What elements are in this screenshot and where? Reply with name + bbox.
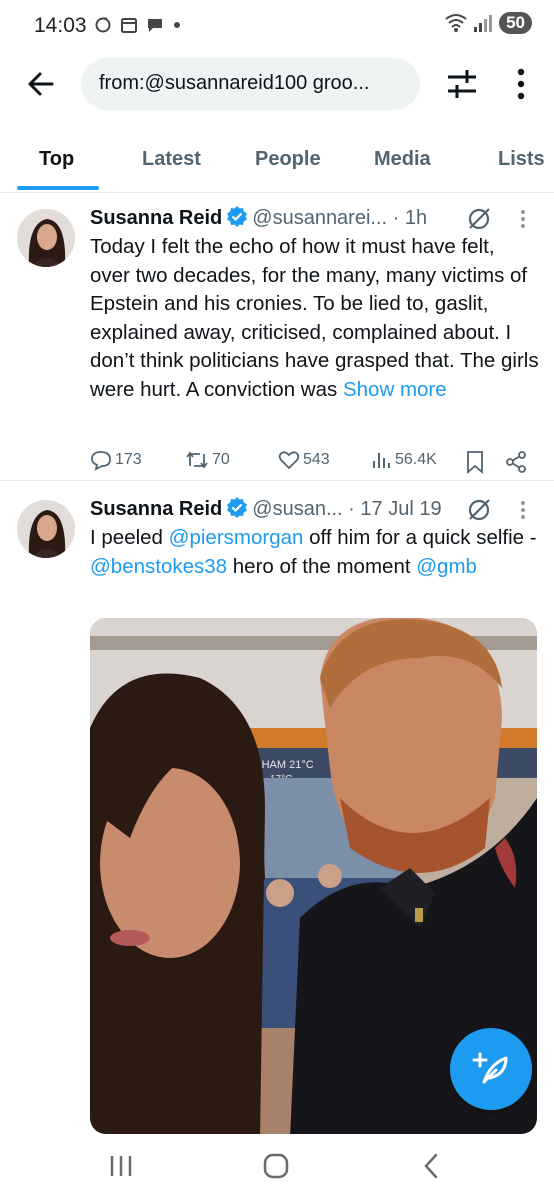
verified-badge-icon	[227, 206, 248, 227]
avatar[interactable]	[17, 209, 75, 267]
battery-indicator: 50	[499, 12, 532, 34]
compose-plus-feather-icon	[472, 1052, 508, 1084]
reply-icon	[91, 451, 111, 471]
recent-apps-icon	[110, 1156, 132, 1176]
heart-icon	[278, 451, 300, 470]
back-button[interactable]	[22, 66, 62, 102]
search-query: from:@susannareid100 groo...	[99, 72, 370, 94]
compose-tweet-button[interactable]	[450, 1028, 532, 1110]
tweet-text: I peeled @piersmorgan off him for a quic…	[90, 524, 540, 581]
tweet-header: Susanna Reid @susannarei... · 1h	[90, 205, 530, 233]
wifi-icon	[445, 14, 467, 32]
status-bar: 14:03 50	[0, 0, 554, 52]
recent-apps-button[interactable]	[101, 1148, 141, 1184]
tab-media[interactable]: Media	[374, 148, 431, 171]
home-button[interactable]	[256, 1148, 296, 1184]
tweet-menu-icon[interactable]	[516, 498, 530, 522]
grok-icon[interactable]	[466, 497, 492, 523]
tab-latest[interactable]: Latest	[142, 148, 201, 171]
home-icon	[263, 1153, 289, 1179]
search-tabs: Top Latest People Media Lists	[0, 128, 554, 193]
back-arrow-icon	[28, 72, 54, 96]
dot-icon	[174, 22, 180, 28]
verified-badge-icon	[227, 497, 248, 518]
active-tab-indicator	[17, 186, 99, 190]
mention-benstokes38[interactable]: @benstokes38	[90, 555, 227, 578]
mention-piersmorgan[interactable]: @piersmorgan	[169, 526, 304, 549]
bookmark-icon[interactable]	[464, 450, 486, 474]
sliders-icon	[448, 70, 476, 98]
tweet-time[interactable]: · 1h	[393, 207, 427, 229]
tweet-body: Today I felt the echo of how it must hav…	[90, 235, 539, 401]
repost-icon	[186, 451, 208, 469]
more-vertical-icon	[517, 68, 525, 100]
search-input[interactable]: from:@susannareid100 groo...	[81, 58, 420, 110]
views-chart-icon	[373, 453, 390, 468]
tweet-text-part: I peeled	[90, 526, 169, 549]
like-count: 543	[303, 451, 330, 468]
share-icon[interactable]	[504, 450, 528, 474]
tab-top[interactable]: Top	[39, 148, 74, 171]
calendar-icon	[121, 18, 137, 33]
grok-icon[interactable]	[466, 206, 492, 232]
search-header: from:@susannareid100 groo...	[0, 52, 554, 116]
tweet-header: Susanna Reid @susan... · 17 Jul 19	[90, 496, 530, 524]
author-name[interactable]: Susanna Reid	[90, 207, 222, 229]
mention-gmb[interactable]: @gmb	[416, 555, 477, 578]
sync-icon	[95, 17, 111, 33]
status-time: 14:03	[34, 14, 87, 37]
repost-button[interactable]: 70	[185, 449, 230, 471]
author-handle[interactable]: @susannarei...	[252, 207, 387, 229]
show-more-link[interactable]: Show more	[343, 378, 447, 401]
author-handle[interactable]: @susan...	[252, 498, 342, 520]
chat-icon	[148, 19, 162, 32]
tweet-time[interactable]: · 17 Jul 19	[348, 498, 441, 520]
reply-button[interactable]: 173	[90, 449, 142, 471]
tab-people[interactable]: People	[255, 148, 321, 171]
system-navigation-bar	[0, 1134, 554, 1200]
tweet-text-part: off him for a quick selfie -	[303, 526, 537, 549]
repost-count: 70	[212, 451, 230, 468]
author-name[interactable]: Susanna Reid	[90, 498, 222, 520]
tab-lists[interactable]: Lists	[498, 148, 545, 171]
chevron-left-icon	[424, 1153, 438, 1179]
status-system-icons: 50	[445, 12, 532, 34]
status-notification-icons	[94, 16, 182, 34]
like-button[interactable]: 543	[278, 449, 330, 471]
search-filters-button[interactable]	[440, 64, 484, 104]
tweet[interactable]: Susanna Reid @susannarei... · 1h Today I …	[0, 193, 554, 481]
more-options-button[interactable]	[506, 64, 536, 104]
tweet-text: Today I felt the echo of how it must hav…	[90, 233, 540, 405]
tweet-text-part: hero of the moment	[227, 554, 417, 578]
views-button[interactable]: 56.4K	[370, 449, 437, 471]
tweet-menu-icon[interactable]	[516, 207, 530, 231]
tweet-actions: 173 70 543 56.4K	[90, 449, 540, 477]
reply-count: 173	[115, 451, 142, 468]
avatar[interactable]	[17, 500, 75, 558]
views-count: 56.4K	[395, 451, 437, 468]
signal-icon	[474, 15, 493, 32]
system-back-button[interactable]	[412, 1148, 452, 1184]
